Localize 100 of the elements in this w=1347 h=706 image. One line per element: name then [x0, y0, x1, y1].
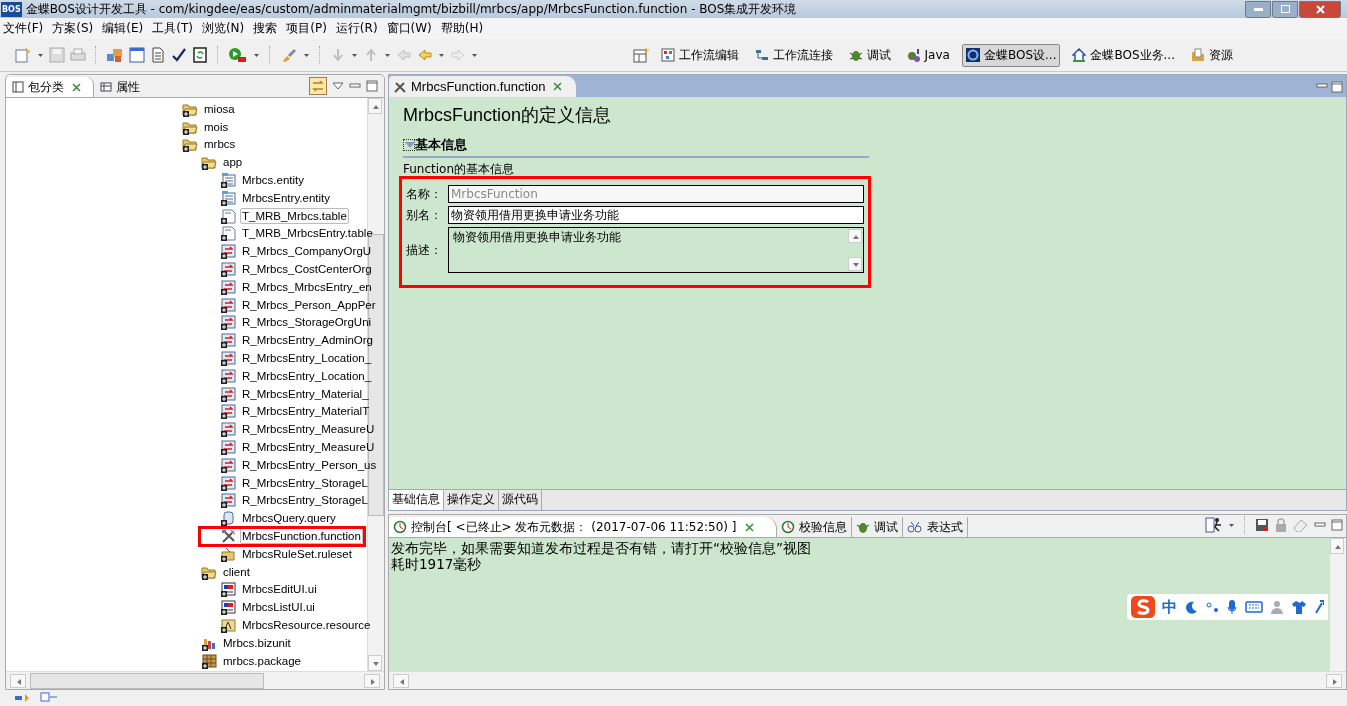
tree-item[interactable]: R_MrbcsEntry_Location_: [240, 367, 374, 384]
menu-item[interactable]: 工具(T): [152, 20, 193, 37]
notebook-icon[interactable]: [192, 47, 208, 63]
tree-item[interactable]: MrbcsQuery.query: [240, 510, 338, 527]
maximize-icon[interactable]: [366, 80, 378, 92]
view-tab[interactable]: 表达式: [902, 517, 968, 537]
menu-item[interactable]: 项目(P): [286, 20, 327, 37]
tree-item[interactable]: mrbcs.package: [221, 652, 303, 669]
view-tab[interactable]: 属性: [94, 77, 152, 97]
tree-item[interactable]: R_MrbcsEntry_Material_: [240, 385, 371, 402]
tree-item[interactable]: T_MRB_Mrbcs.table: [240, 207, 349, 224]
tree-item[interactable]: R_Mrbcs_CostCenterOrg: [240, 261, 374, 278]
window-icon[interactable]: [129, 47, 145, 63]
brush-icon[interactable]: [280, 47, 298, 63]
perspective-button[interactable]: 金蝶BOS设...: [961, 43, 1061, 67]
person-icon[interactable]: [1270, 600, 1284, 614]
tree-item[interactable]: R_MrbcsEntry_Location_: [240, 350, 374, 367]
minimize-button[interactable]: [1245, 0, 1271, 18]
menu-item[interactable]: 窗口(W): [386, 20, 432, 37]
checkmark-icon[interactable]: [171, 47, 187, 63]
minimize-icon[interactable]: [1314, 520, 1326, 530]
tree-item[interactable]: R_Mrbcs_MrbcsEntry_en: [240, 278, 374, 295]
tree-item[interactable]: Mrbcs.bizunit: [221, 634, 293, 651]
document-icon[interactable]: [150, 47, 166, 63]
tree-item[interactable]: Mrbcs.entity: [240, 172, 306, 189]
tree-item[interactable]: R_Mrbcs_Person_AppPer: [240, 296, 378, 313]
scroll-right-icon[interactable]: [364, 673, 380, 688]
view-tab[interactable]: 控制台[ <已终止> 发布元数据： (2017-07-06 11:52:50) ]: [389, 517, 777, 537]
perspective-button[interactable]: 工作流连接: [750, 43, 837, 67]
microphone-icon[interactable]: [1226, 599, 1238, 615]
fast-view-icon[interactable]: [14, 692, 32, 704]
tree-item[interactable]: R_Mrbcs_StorageOrgUni: [240, 314, 374, 331]
perspective-button[interactable]: 工作流编辑: [656, 43, 743, 67]
scroll-down-icon[interactable]: [368, 655, 382, 671]
view-tab[interactable]: 包分类: [6, 77, 94, 97]
scroll-up-icon[interactable]: [848, 229, 862, 243]
menu-item[interactable]: 帮助(H): [440, 20, 484, 37]
menu-item[interactable]: 方案(S): [52, 20, 94, 37]
tree-item[interactable]: R_MrbcsEntry_MeasureU: [240, 439, 377, 456]
page-tab[interactable]: 源代码: [499, 490, 542, 510]
tree-item[interactable]: R_MrbcsEntry_StorageL: [240, 492, 370, 509]
tree-item[interactable]: MrbcsEditUI.ui: [240, 581, 319, 598]
close-icon[interactable]: [744, 522, 754, 532]
scroll-up-icon[interactable]: [368, 98, 382, 114]
close-icon[interactable]: [553, 82, 563, 91]
shirt-icon[interactable]: [1291, 600, 1307, 614]
tree-item[interactable]: R_MrbcsEntry_Person_us: [240, 456, 379, 473]
moon-icon[interactable]: [1184, 600, 1198, 614]
minimize-icon[interactable]: [1316, 81, 1328, 91]
tree-item[interactable]: T_MRB_MrbcsEntry.table: [240, 225, 375, 242]
maximize-icon[interactable]: [1331, 81, 1343, 93]
arrow-left-icon[interactable]: [417, 47, 433, 63]
scroll-down-icon[interactable]: [848, 257, 862, 271]
input-mode-toggle[interactable]: 中: [1162, 597, 1177, 617]
run-icon[interactable]: [228, 47, 248, 63]
tree-item[interactable]: MrbcsResource.resource: [240, 617, 373, 633]
editor-tab[interactable]: MrbcsFunction.function: [389, 76, 577, 97]
menu-item[interactable]: 浏览(N): [201, 20, 245, 37]
new-icon[interactable]: [14, 47, 32, 63]
tree-item[interactable]: R_MrbcsEntry_AdminOrg: [240, 332, 375, 349]
tree-item[interactable]: mois: [202, 118, 231, 135]
maximize-button[interactable]: [1272, 0, 1298, 18]
runner-icon[interactable]: [1205, 517, 1223, 533]
perspective-button[interactable]: Java: [902, 45, 954, 65]
tree-item[interactable]: R_MrbcsEntry_StorageL: [240, 474, 370, 491]
link-editor-icon[interactable]: [309, 77, 327, 95]
s-logo-icon[interactable]: [1131, 596, 1155, 618]
close-icon[interactable]: [72, 82, 81, 92]
perspective-button[interactable]: 调试: [844, 43, 895, 67]
tree-item[interactable]: MrbcsRuleSet.ruleset: [240, 545, 354, 562]
tree-item[interactable]: miosa: [202, 100, 237, 117]
page-tab[interactable]: 操作定义: [444, 490, 499, 510]
expand-toggle[interactable]: [403, 139, 415, 151]
cubes-icon[interactable]: [106, 47, 124, 63]
view-tab[interactable]: 调试: [851, 517, 903, 537]
scroll-right-icon[interactable]: [1326, 673, 1342, 688]
wrench-icon[interactable]: [1314, 600, 1324, 614]
maximize-icon[interactable]: [1331, 519, 1343, 531]
tree-item[interactable]: R_MrbcsEntry_MeasureU: [240, 421, 377, 438]
scroll-left-icon[interactable]: [10, 673, 26, 688]
menu-item[interactable]: 运行(R): [335, 20, 378, 37]
tree-item[interactable]: R_MrbcsEntry_MaterialT: [240, 403, 372, 420]
scroll-left-icon[interactable]: [393, 673, 409, 688]
view-tab[interactable]: 校验信息: [776, 517, 852, 537]
menu-item[interactable]: 搜索: [253, 20, 278, 37]
tree-item[interactable]: R_Mrbcs_CompanyOrgU: [240, 243, 374, 260]
tree-item[interactable]: app: [221, 154, 245, 171]
tree-item[interactable]: MrbcsEntry.entity: [240, 189, 332, 206]
minimize-icon[interactable]: [349, 81, 361, 91]
view-menu-icon[interactable]: [332, 81, 344, 91]
save-icon[interactable]: [1255, 518, 1269, 532]
tree-item[interactable]: client: [221, 563, 252, 580]
scroll-up-icon[interactable]: [1330, 538, 1344, 554]
input-field[interactable]: 物资领用借用更换申请业务功能: [448, 206, 864, 224]
open-perspective-icon[interactable]: [632, 47, 649, 63]
close-button[interactable]: [1299, 0, 1341, 18]
perspective-button[interactable]: 金蝶BOS业务...: [1068, 43, 1179, 67]
page-tab[interactable]: 基础信息: [389, 490, 444, 510]
keyboard-icon[interactable]: [1245, 601, 1263, 613]
punctuation-icon[interactable]: [1205, 600, 1219, 614]
